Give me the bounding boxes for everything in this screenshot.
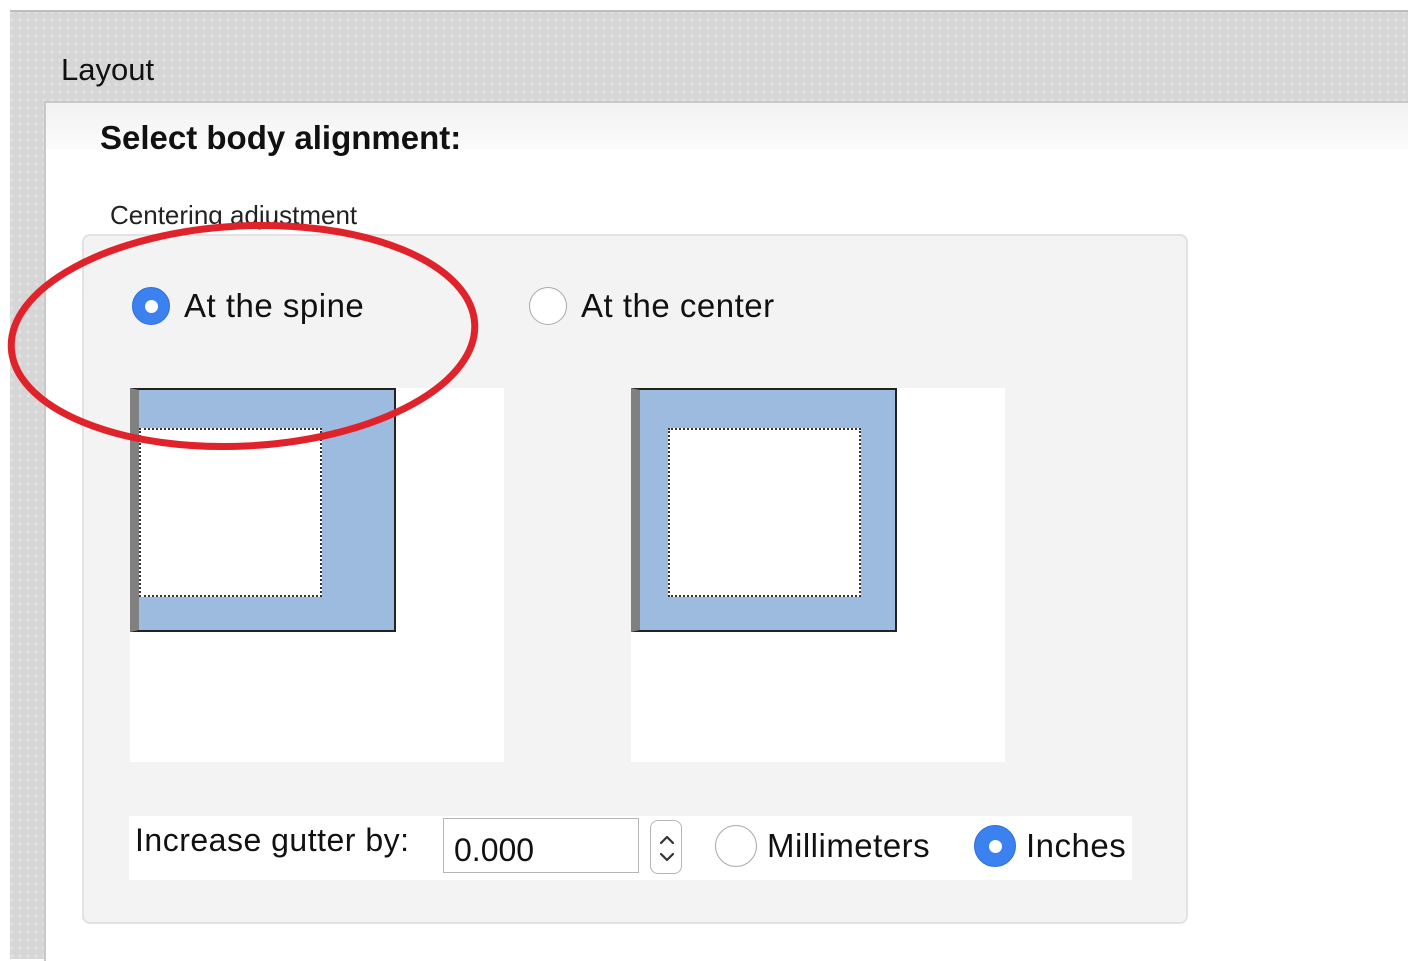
- gutter-stepper[interactable]: [650, 820, 682, 874]
- radio-label-center: At the center: [581, 287, 775, 324]
- radio-at-the-spine[interactable]: At the spine: [132, 287, 364, 325]
- radio-selected-icon[interactable]: [974, 825, 1016, 867]
- page-diagram-center: [631, 388, 897, 632]
- gutter-label: Increase gutter by:: [135, 822, 410, 858]
- radio-unselected-icon[interactable]: [529, 287, 567, 325]
- section-heading: Select body alignment:: [100, 119, 462, 156]
- window-title: Layout: [61, 52, 155, 87]
- preview-center: [631, 388, 1005, 762]
- radio-label-inches: Inches: [1026, 827, 1127, 864]
- up-down-stepper-icon[interactable]: [651, 821, 683, 875]
- group-label: Centering adjustment: [110, 200, 358, 230]
- radio-inches[interactable]: Inches: [974, 825, 1126, 867]
- radio-label-spine: At the spine: [184, 287, 365, 324]
- window-top-edge: [0, 0, 1408, 12]
- text-area-center: [668, 428, 861, 597]
- radio-unselected-icon[interactable]: [715, 825, 757, 867]
- radio-selected-icon[interactable]: [132, 287, 170, 325]
- window-left-edge: [0, 0, 10, 959]
- radio-millimeters[interactable]: Millimeters: [715, 825, 930, 867]
- radio-at-the-center[interactable]: At the center: [529, 287, 775, 325]
- page-diagram-spine: [130, 388, 396, 632]
- gutter-input[interactable]: [443, 818, 639, 873]
- radio-label-millimeters: Millimeters: [767, 827, 931, 864]
- gutter-row: Increase gutter by: Millimeters Inches: [129, 816, 1132, 880]
- preview-spine: [130, 388, 504, 762]
- text-area-spine: [139, 428, 322, 597]
- content-panel: Select body alignment: At the spine At t…: [44, 101, 1408, 961]
